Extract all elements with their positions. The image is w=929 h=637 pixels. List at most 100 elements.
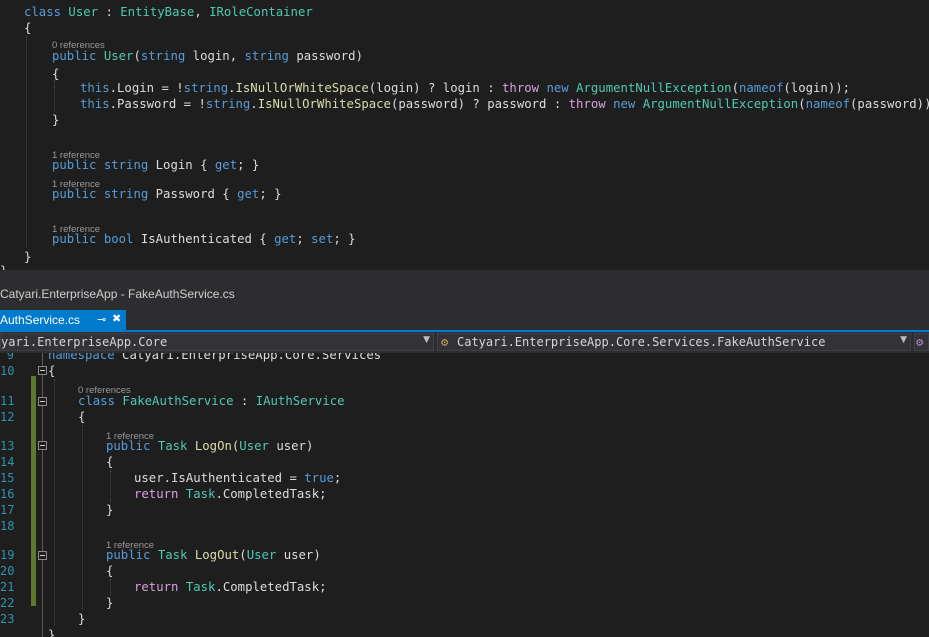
bottom-editor-pane: Catyari.EnterpriseApp - FakeAuthService.…	[0, 270, 929, 637]
code-token: get	[274, 232, 297, 246]
code-line: public bool IsAuthenticated { get; set; …	[52, 231, 356, 247]
line-number: 15	[0, 471, 15, 485]
code-line: }	[78, 611, 85, 627]
code-token: (password));	[850, 97, 929, 111]
code-line: {	[106, 563, 113, 579]
code-line: }	[106, 595, 113, 611]
code-token: User	[239, 439, 269, 453]
code-token: ArgumentNullException	[642, 97, 799, 111]
code-token: IsNullOrWhiteSpace	[257, 97, 391, 111]
window-title-bar[interactable]: Catyari.EnterpriseApp - FakeAuthService.…	[0, 270, 929, 310]
line-number: 13	[0, 439, 15, 453]
code-token: Task	[157, 439, 188, 453]
code-token: IAuthService	[255, 394, 345, 408]
code-token: new	[546, 81, 577, 95]
code-token: .Password = !	[109, 97, 206, 111]
code-token: string	[103, 187, 149, 201]
code-token: }	[52, 113, 60, 127]
code-token: public	[52, 187, 104, 201]
code-token: nameof	[805, 97, 851, 111]
indent-guide	[110, 470, 111, 502]
type-name: Catyari.EnterpriseApp.Core.Services.Fake…	[457, 335, 826, 349]
code-token: user)	[276, 548, 321, 562]
line-number: 11	[0, 394, 15, 408]
code-token: }	[78, 612, 86, 626]
line-number: 16	[0, 487, 15, 501]
collapse-icon[interactable]	[38, 551, 47, 560]
code-line: return Task.CompletedTask;	[134, 486, 327, 502]
class-icon: ⚙	[441, 335, 449, 349]
code-token: throw	[502, 81, 540, 95]
code-line: }	[48, 627, 55, 637]
code-line: {	[52, 66, 59, 82]
code-token: string	[183, 81, 229, 95]
code-token: ;	[296, 232, 312, 246]
close-icon[interactable]: ✖	[112, 312, 121, 325]
code-token: IsAuthenticated {	[133, 232, 275, 246]
code-token: login,	[185, 49, 245, 63]
code-token: }	[24, 250, 32, 264]
member-dropdown[interactable]: ⚙	[914, 333, 929, 351]
code-editor[interactable]: 9 namespace Catyari.EnterpriseApp.Core.Se…	[0, 353, 929, 637]
code-token: user.IsAuthenticated =	[134, 471, 305, 485]
collapse-icon[interactable]	[38, 397, 47, 406]
collapse-icon[interactable]	[38, 441, 47, 450]
indent-guide	[54, 80, 55, 112]
project-name: yari.EnterpriseApp.Core	[1, 335, 168, 349]
code-token: get	[214, 158, 238, 172]
code-line: class User : EntityBase, IRoleContainer	[24, 4, 313, 20]
code-token: get	[237, 187, 260, 201]
code-token: IRoleContainer	[209, 5, 313, 19]
code-token: Login {	[148, 158, 215, 172]
collapse-icon[interactable]	[38, 366, 47, 375]
code-token: (	[731, 81, 739, 95]
code-token: set	[311, 232, 334, 246]
code-token: this	[80, 97, 110, 111]
code-token: EntityBase	[120, 5, 195, 19]
line-number: 10	[0, 364, 15, 378]
code-token: (login));	[783, 81, 851, 95]
code-token: }	[106, 503, 114, 517]
code-token: :	[233, 394, 256, 408]
code-token: ; }	[259, 187, 282, 201]
pin-icon[interactable]: ⊸	[97, 313, 106, 326]
code-line: {	[48, 363, 55, 379]
code-token: {	[52, 67, 60, 81]
top-editor-pane[interactable]: class User : EntityBase, IRoleContainer{…	[0, 0, 929, 270]
code-token: namespace	[48, 353, 123, 362]
code-line: }	[0, 263, 7, 270]
code-token: user)	[268, 439, 314, 453]
outline-fold-line	[42, 353, 43, 637]
type-dropdown[interactable]: ⚙ Catyari.EnterpriseApp.Core.Services.Fa…	[437, 333, 911, 351]
code-token: {	[48, 364, 56, 378]
code-token: :	[98, 5, 121, 19]
code-line: public Task LogOut(User user)	[106, 547, 321, 563]
code-token: password)	[288, 49, 363, 63]
indent-guide	[110, 579, 111, 595]
chevron-down-icon: ▼	[900, 335, 907, 345]
code-token: Catyari.EnterpriseApp.Core.Services	[122, 353, 382, 362]
code-token: .CompletedTask;	[215, 487, 327, 501]
code-token: {	[24, 21, 32, 35]
indent-guide	[54, 379, 55, 625]
code-token: public	[52, 158, 104, 172]
code-line: this.Login = !string.IsNullOrWhiteSpace(…	[80, 80, 850, 96]
code-line: user.IsAuthenticated = true;	[134, 470, 341, 486]
chevron-down-icon: ▼	[423, 335, 430, 345]
code-line: }	[52, 112, 59, 128]
code-token: return	[134, 487, 186, 501]
code-line: public Task LogOn(User user)	[106, 438, 313, 454]
code-line: public string Login { get; }	[52, 157, 259, 173]
code-token: Task	[185, 580, 216, 594]
code-token: {	[78, 410, 86, 424]
code-line: class FakeAuthService : IAuthService	[78, 393, 345, 409]
tab-fakeauthservice[interactable]: AuthService.cs ⊸ ✖	[0, 310, 126, 330]
code-line: {	[106, 454, 113, 470]
line-number: 12	[0, 410, 15, 424]
code-line: this.Password = !string.IsNullOrWhiteSpa…	[80, 96, 929, 112]
project-dropdown[interactable]: yari.EnterpriseApp.Core ▼	[0, 333, 434, 351]
line-number: 17	[0, 503, 15, 517]
code-token: (	[239, 548, 247, 562]
